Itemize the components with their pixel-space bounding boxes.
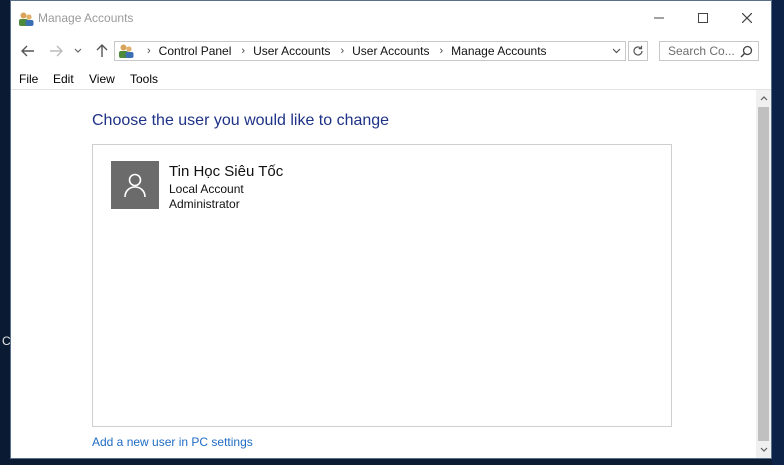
scroll-down-arrow-icon <box>760 447 767 452</box>
menu-bar: File Edit View Tools <box>11 69 771 90</box>
back-button[interactable] <box>17 41 39 61</box>
refresh-button[interactable] <box>628 41 648 61</box>
refresh-icon <box>633 45 643 56</box>
address-bar[interactable]: › Control Panel › User Accounts › User A… <box>114 41 626 61</box>
vertical-scrollbar[interactable] <box>756 90 771 458</box>
breadcrumb-manage-accounts[interactable]: Manage Accounts <box>451 44 546 58</box>
avatar <box>111 161 159 209</box>
search-placeholder: Search Co... <box>668 44 735 58</box>
chevron-down-icon <box>612 48 620 54</box>
desktop-background-left <box>0 0 10 465</box>
search-input[interactable]: Search Co... <box>659 41 759 61</box>
page-title: Choose the user you would like to change <box>92 112 390 129</box>
menu-view[interactable]: View <box>89 72 115 86</box>
minimize-button[interactable] <box>636 1 682 35</box>
maximize-icon <box>698 13 708 23</box>
scroll-down-button[interactable] <box>756 441 771 458</box>
maximize-button[interactable] <box>680 1 726 35</box>
menu-file[interactable]: File <box>19 72 38 86</box>
breadcrumb-separator-icon: › <box>147 45 151 57</box>
add-new-user-link[interactable]: Add a new user in PC settings <box>92 435 253 449</box>
breadcrumb-separator-icon[interactable]: › <box>241 45 245 57</box>
control-panel-icon <box>119 44 134 58</box>
account-type: Local Account <box>169 182 244 196</box>
user-accounts-icon <box>19 12 34 26</box>
breadcrumb: › Control Panel › User Accounts › User A… <box>137 44 547 58</box>
recent-locations-button[interactable] <box>71 41 85 61</box>
main-content: Choose the user you would like to change… <box>11 90 756 458</box>
breadcrumb-control-panel[interactable]: Control Panel <box>159 44 232 58</box>
chevron-down-icon <box>74 48 82 53</box>
accounts-list: Tin Học Siêu Tốc Local Account Administr… <box>92 144 672 427</box>
close-icon <box>742 13 752 23</box>
manage-accounts-window: Manage Accounts › Control Panel › User A… <box>10 0 772 459</box>
breadcrumb-separator-icon[interactable]: › <box>340 45 344 57</box>
breadcrumb-user-accounts[interactable]: User Accounts <box>253 44 330 58</box>
menu-tools[interactable]: Tools <box>130 72 158 86</box>
breadcrumb-user-accounts-sub[interactable]: User Accounts <box>352 44 429 58</box>
scrollbar-thumb[interactable] <box>758 107 769 441</box>
title-bar[interactable]: Manage Accounts <box>11 1 771 35</box>
search-icon <box>740 45 753 58</box>
user-icon <box>124 173 146 198</box>
account-tile[interactable]: Tin Học Siêu Tốc Local Account Administr… <box>111 161 311 211</box>
address-dropdown-button[interactable] <box>610 44 622 58</box>
window-title: Manage Accounts <box>38 11 134 25</box>
minimize-icon <box>654 17 664 19</box>
scroll-up-arrow-icon <box>760 96 767 101</box>
account-role: Administrator <box>169 197 240 211</box>
desktop-background-right <box>772 0 784 465</box>
arrow-left-icon <box>21 45 34 57</box>
account-name: Tin Học Siêu Tốc <box>169 163 284 180</box>
arrow-right-icon <box>50 45 63 57</box>
arrow-up-icon <box>96 44 108 57</box>
forward-button[interactable] <box>45 41 67 61</box>
up-button[interactable] <box>91 41 113 61</box>
menu-edit[interactable]: Edit <box>53 72 74 86</box>
scroll-up-button[interactable] <box>756 90 771 107</box>
breadcrumb-separator-icon[interactable]: › <box>439 45 443 57</box>
close-button[interactable] <box>724 1 770 35</box>
